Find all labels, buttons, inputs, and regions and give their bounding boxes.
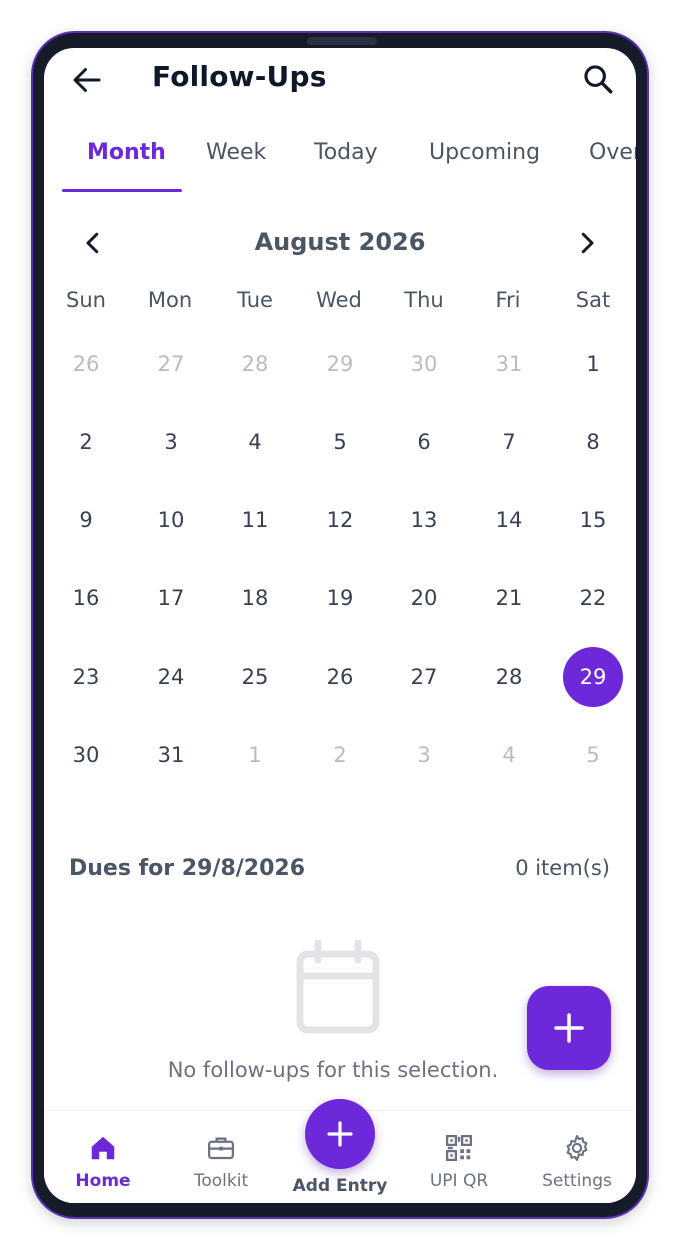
calendar-day[interactable]: 25 <box>225 647 285 707</box>
back-button[interactable] <box>69 62 105 98</box>
weekday-label: Tue <box>237 288 273 312</box>
plus-icon <box>554 1013 584 1043</box>
calendar-day[interactable]: 29 <box>310 334 370 394</box>
calendar-day[interactable]: 11 <box>225 490 285 550</box>
calendar-day[interactable]: 13 <box>394 490 454 550</box>
calendar-day[interactable]: 27 <box>141 334 201 394</box>
tab-month[interactable]: Month <box>87 140 166 165</box>
calendar-day[interactable]: 16 <box>56 568 116 628</box>
view-tabs: Month Week Today Upcoming Overdue <box>44 136 636 192</box>
calendar-icon <box>296 938 380 1036</box>
calendar-day[interactable]: 21 <box>479 568 539 628</box>
calendar-day[interactable]: 3 <box>141 412 201 472</box>
app-header: Follow-Ups <box>44 48 636 110</box>
calendar-day[interactable]: 26 <box>310 647 370 707</box>
nav-toolkit[interactable]: Toolkit <box>162 1111 280 1203</box>
calendar-day[interactable]: 19 <box>310 568 370 628</box>
calendar-day[interactable]: 30 <box>394 334 454 394</box>
weekday-label: Fri <box>495 288 521 312</box>
calendar-day[interactable]: 31 <box>479 334 539 394</box>
calendar-day[interactable]: 1 <box>563 334 623 394</box>
calendar-day[interactable]: 15 <box>563 490 623 550</box>
calendar-day[interactable]: 28 <box>479 647 539 707</box>
calendar-day[interactable]: 23 <box>56 647 116 707</box>
calendar-day[interactable]: 22 <box>563 568 623 628</box>
calendar-day[interactable]: 5 <box>563 725 623 785</box>
weekday-label: Wed <box>316 288 362 312</box>
calendar-day[interactable]: 2 <box>310 725 370 785</box>
calendar-day[interactable]: 14 <box>479 490 539 550</box>
search-icon <box>584 65 613 94</box>
nav-home-label: Home <box>75 1171 131 1191</box>
tab-overdue[interactable]: Overdue <box>589 140 636 165</box>
calendar-day[interactable]: 8 <box>563 412 623 472</box>
calendar-day-selected[interactable]: 29 <box>563 647 623 707</box>
calendar-day[interactable]: 3 <box>394 725 454 785</box>
next-month-button[interactable] <box>572 228 602 258</box>
calendar-day[interactable]: 26 <box>56 334 116 394</box>
tab-upcoming[interactable]: Upcoming <box>429 140 540 165</box>
search-button[interactable] <box>581 62 615 96</box>
calendar-day[interactable]: 9 <box>56 490 116 550</box>
chevron-right-icon <box>581 232 594 254</box>
calendar-day[interactable]: 27 <box>394 647 454 707</box>
add-entry-button[interactable] <box>305 1099 375 1169</box>
add-follow-up-button[interactable] <box>527 986 611 1070</box>
arrow-left-icon <box>73 68 101 92</box>
calendar-day[interactable]: 28 <box>225 334 285 394</box>
plus-icon <box>327 1121 353 1147</box>
weekday-header: Sun Mon Tue Wed Thu Fri Sat <box>44 288 636 328</box>
month-navigation: August 2026 <box>44 220 636 270</box>
calendar-day[interactable]: 4 <box>225 412 285 472</box>
calendar-day[interactable]: 20 <box>394 568 454 628</box>
weekday-label: Sat <box>575 288 611 312</box>
settings-icon <box>566 1135 588 1161</box>
qr-code-icon <box>446 1135 472 1161</box>
calendar-day[interactable]: 17 <box>141 568 201 628</box>
toolkit-icon <box>208 1137 234 1160</box>
dues-heading: Dues for 29/8/2026 <box>69 856 306 881</box>
calendar-day[interactable]: 31 <box>141 725 201 785</box>
nav-toolkit-label: Toolkit <box>193 1171 249 1191</box>
calendar-day[interactable]: 12 <box>310 490 370 550</box>
tab-today[interactable]: Today <box>314 140 378 165</box>
calendar-day[interactable]: 4 <box>479 725 539 785</box>
calendar-day[interactable]: 24 <box>141 647 201 707</box>
nav-home[interactable]: Home <box>44 1111 162 1203</box>
weekday-label: Mon <box>147 288 193 312</box>
nav-upi-qr-label: UPI QR <box>429 1171 489 1191</box>
calendar-day[interactable]: 10 <box>141 490 201 550</box>
active-tab-indicator <box>62 189 182 192</box>
nav-upi-qr[interactable]: UPI QR <box>400 1111 518 1203</box>
weekday-label: Thu <box>404 288 444 312</box>
month-title: August 2026 <box>254 228 426 256</box>
home-icon <box>91 1136 115 1160</box>
app-screen: Follow-Ups Month Week Today Upcoming Ove… <box>44 48 636 1203</box>
calendar-day[interactable]: 7 <box>479 412 539 472</box>
page-title: Follow-Ups <box>152 60 327 93</box>
calendar-grid: 26 27 28 29 30 31 1 2 3 4 5 6 7 8 9 10 11 12 13 14 15 16 17 18 1… <box>44 334 636 804</box>
device-notch <box>307 37 377 45</box>
device-frame: Follow-Ups Month Week Today Upcoming Ove… <box>31 31 649 1219</box>
calendar-day[interactable]: 30 <box>56 725 116 785</box>
calendar-day[interactable]: 2 <box>56 412 116 472</box>
calendar-day[interactable]: 1 <box>225 725 285 785</box>
calendar-day[interactable]: 5 <box>310 412 370 472</box>
dues-count: 0 item(s) <box>515 856 610 880</box>
nav-settings-label: Settings <box>542 1171 612 1191</box>
calendar-day[interactable]: 6 <box>394 412 454 472</box>
tab-week[interactable]: Week <box>206 140 266 165</box>
weekday-label: Sun <box>66 288 106 312</box>
nav-settings[interactable]: Settings <box>518 1111 636 1203</box>
add-entry-label: Add Entry <box>292 1176 388 1196</box>
calendar-day[interactable]: 18 <box>225 568 285 628</box>
